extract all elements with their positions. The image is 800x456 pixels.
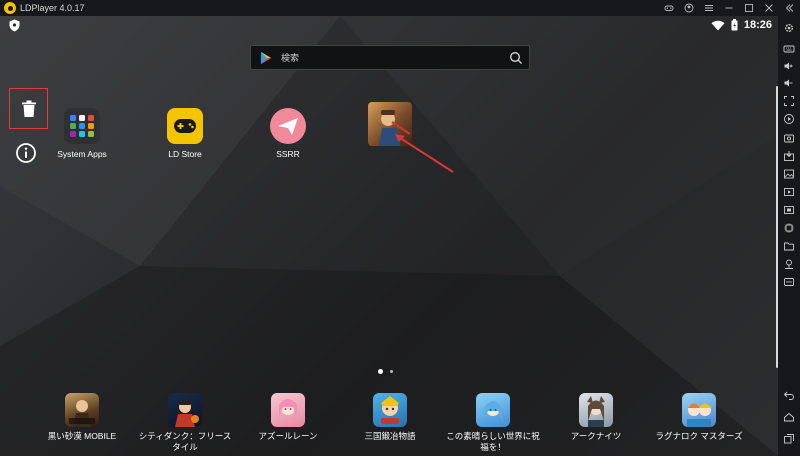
- wifi-icon: [711, 20, 725, 30]
- wallpaper: [0, 16, 778, 456]
- status-bar: 18:26: [0, 16, 778, 34]
- app-ragnarok-masters[interactable]: ラグナロク マスターズ: [651, 393, 747, 442]
- window-title: LDPlayer 4.0.17: [20, 3, 85, 13]
- app-system-apps[interactable]: System Apps: [42, 108, 122, 159]
- maximize-icon[interactable]: [742, 1, 756, 15]
- battery-icon: [731, 19, 738, 31]
- app-label: 三国鍛冶物語: [364, 431, 416, 441]
- right-toolbar: [778, 16, 800, 456]
- menu-icon[interactable]: [702, 1, 716, 15]
- location-icon[interactable]: [783, 257, 795, 269]
- page-dot-active[interactable]: [378, 369, 383, 374]
- folder-grid-icon: [64, 108, 100, 144]
- game-art-icon: [373, 393, 407, 427]
- recent-apps-icon[interactable]: [783, 432, 795, 444]
- ldplayer-logo-icon: [4, 2, 16, 14]
- search-bar[interactable]: 検索: [250, 45, 530, 70]
- sync-icon[interactable]: [783, 221, 795, 233]
- app-label: この素晴らしい世界に祝 福を！: [446, 431, 540, 452]
- app-black-desert[interactable]: 黒い砂漠 MOBILE: [34, 393, 130, 442]
- app-label: LD Store: [168, 149, 202, 159]
- keyboard-icon[interactable]: [783, 42, 795, 54]
- minimize-icon[interactable]: [722, 1, 736, 15]
- operation-record-icon[interactable]: [783, 112, 795, 124]
- volume-up-icon[interactable]: [783, 59, 795, 71]
- info-icon[interactable]: [15, 142, 37, 164]
- gamepad-icon: [167, 108, 203, 144]
- app-konosuba[interactable]: この素晴らしい世界に祝 福を！: [445, 393, 541, 453]
- search-input[interactable]: 検索: [281, 51, 509, 64]
- app-label: SSRR: [276, 149, 300, 159]
- search-icon[interactable]: [509, 51, 523, 65]
- folder-icon[interactable]: [783, 239, 795, 251]
- trash-icon: [21, 100, 36, 117]
- shield-icon: [9, 19, 20, 32]
- game-art-icon: [271, 393, 305, 427]
- app-ld-store[interactable]: LD Store: [145, 108, 225, 159]
- more-icon[interactable]: [783, 275, 795, 287]
- screenshot-icon[interactable]: [783, 131, 795, 143]
- android-home-screen: 18:26 検索 System Apps LD Store SSRR 黒い砂漠 …: [0, 16, 778, 456]
- collapse-sidebar-icon[interactable]: [782, 1, 796, 15]
- image-icon[interactable]: [783, 167, 795, 179]
- app-label: ラグナロク マスターズ: [655, 431, 743, 441]
- app-label: アズールレーン: [258, 431, 318, 441]
- app-label: 黒い砂漠 MOBILE: [47, 431, 117, 441]
- app-city-dunk[interactable]: シティダンク：フリース タイル: [137, 393, 233, 453]
- game-art-icon: [168, 393, 202, 427]
- home-icon[interactable]: [783, 410, 795, 422]
- drag-arrow-icon: [395, 134, 454, 173]
- clock: 18:26: [743, 19, 772, 31]
- close-icon[interactable]: [762, 1, 776, 15]
- app-label: シティダンク：フリース タイル: [138, 431, 232, 452]
- page-dot[interactable]: [390, 370, 393, 373]
- app-arknights[interactable]: アークナイツ: [548, 393, 644, 442]
- game-art-icon: [682, 393, 716, 427]
- user-icon[interactable]: [682, 1, 696, 15]
- volume-down-icon[interactable]: [783, 76, 795, 88]
- settings-gear-icon[interactable]: [783, 21, 795, 33]
- play-store-icon: [261, 51, 271, 64]
- app-azur-lane[interactable]: アズールレーン: [240, 393, 336, 442]
- gamepad-icon[interactable]: [662, 1, 676, 15]
- page-indicator[interactable]: [378, 369, 393, 374]
- game-art-icon: [579, 393, 613, 427]
- app-ssrr[interactable]: SSRR: [248, 108, 328, 159]
- game-art-icon: [65, 393, 99, 427]
- fullscreen-icon[interactable]: [783, 94, 795, 106]
- paper-plane-icon: [270, 108, 306, 144]
- app-sangoku[interactable]: 三国鍛冶物語: [342, 393, 438, 442]
- title-bar: LDPlayer 4.0.17: [0, 0, 800, 16]
- install-apk-icon[interactable]: [783, 149, 795, 161]
- game-art-icon: [476, 393, 510, 427]
- app-label: System Apps: [57, 149, 107, 159]
- back-icon[interactable]: [783, 388, 795, 400]
- video-record-icon[interactable]: [783, 185, 795, 197]
- app-label: アークナイツ: [570, 431, 622, 441]
- multi-window-icon[interactable]: [783, 203, 795, 215]
